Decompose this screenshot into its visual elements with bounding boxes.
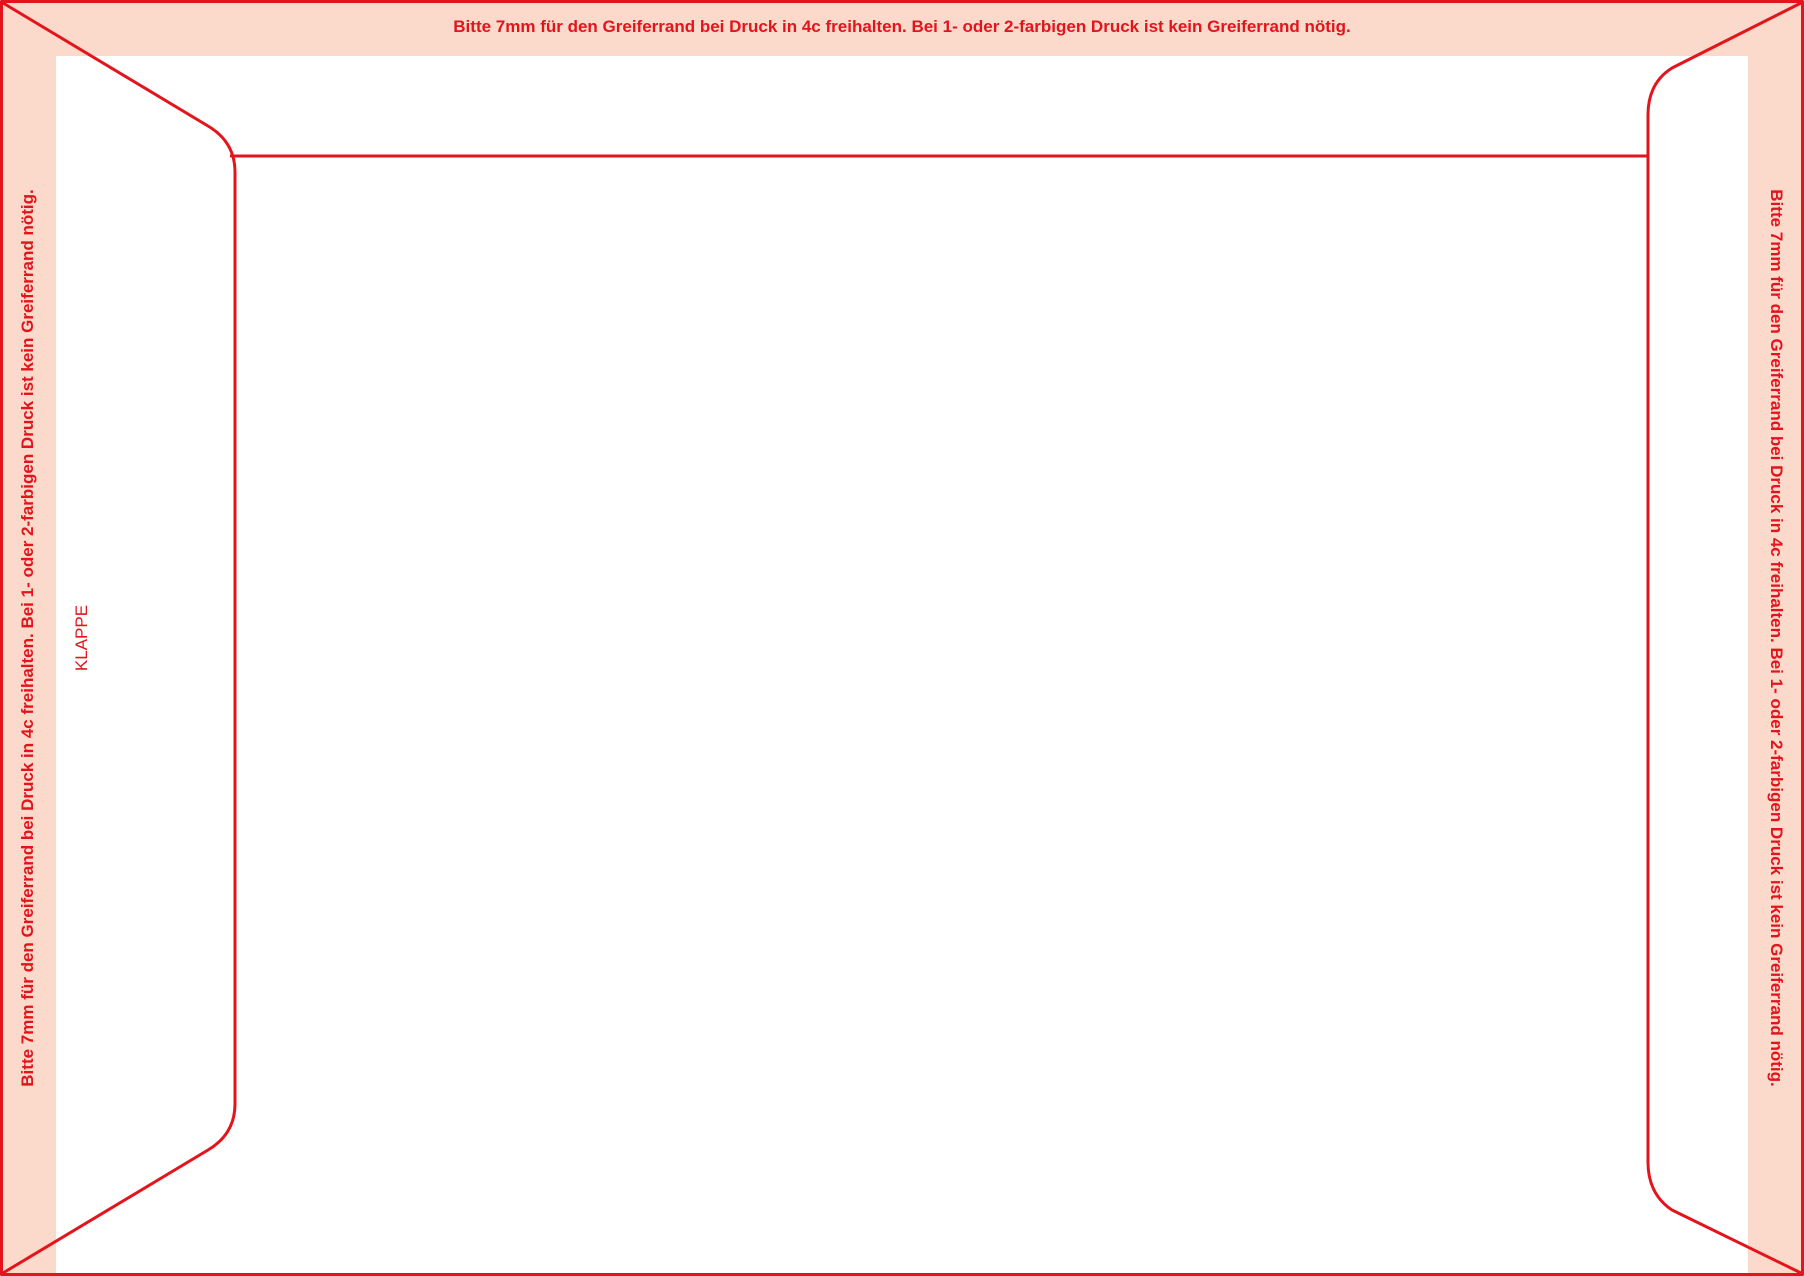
- dieline-drawing: Bitte 7mm für den Greiferrand bei Druck …: [0, 0, 1804, 1276]
- margin-note-left: Bitte 7mm für den Greiferrand bei Druck …: [18, 189, 37, 1086]
- envelope-dieline: Bitte 7mm für den Greiferrand bei Druck …: [0, 0, 1804, 1276]
- outer-trim-line: [0, 0, 1804, 1276]
- margin-note-top: Bitte 7mm für den Greiferrand bei Druck …: [453, 17, 1350, 36]
- margin-note-right: Bitte 7mm für den Greiferrand bei Druck …: [1767, 189, 1786, 1086]
- flap-label: KLAPPE: [72, 605, 91, 671]
